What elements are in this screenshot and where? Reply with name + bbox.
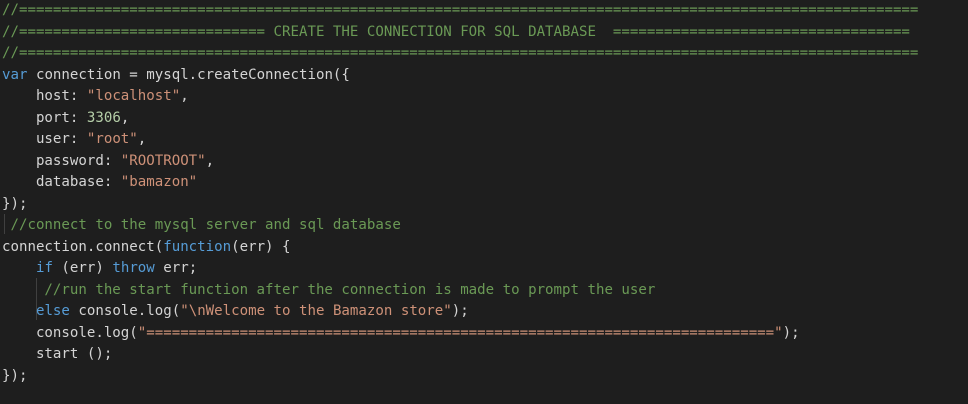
code-token-comment: //======================================… <box>2 2 919 18</box>
code-token-comment: //============================= CREATE T… <box>2 23 910 40</box>
code-token-plain: connection.connect( <box>2 238 164 255</box>
code-token-plain: }); <box>2 367 28 384</box>
code-token-plain: }); <box>2 195 28 212</box>
code-token-plain: ); <box>451 303 469 319</box>
code-token-comment: //======================================… <box>2 45 919 61</box>
code-token-plain: database: <box>2 174 121 190</box>
code-token-keyword: if <box>35 260 53 276</box>
code-line[interactable]: database: "bamazon" <box>2 172 197 193</box>
code-token-plain: , <box>120 109 130 126</box>
code-line[interactable]: start (); <box>2 344 112 365</box>
code-token-comment: //connect to the mysql server and sql da… <box>2 217 401 233</box>
code-token-keyword: var <box>2 66 28 83</box>
code-token-plain: connection = mysql.createConnection({ <box>27 66 350 83</box>
code-line[interactable]: //============================= CREATE T… <box>2 22 910 43</box>
code-token-string: "bamazon" <box>120 174 198 190</box>
code-token-number: 3306 <box>86 109 121 126</box>
code-token-plain: host: <box>2 88 87 104</box>
code-token-string: "ROOTROOT" <box>120 152 206 169</box>
code-token-plain: port: <box>2 109 87 126</box>
code-token-plain: , <box>180 88 189 104</box>
code-token-plain: ); <box>782 324 800 341</box>
code-token-keyword: else <box>35 303 70 319</box>
code-line[interactable]: var connection = mysql.createConnection(… <box>2 65 350 86</box>
code-token-string: "root" <box>86 131 138 147</box>
code-line[interactable]: connection.connect(function(err) { <box>2 237 291 258</box>
code-line[interactable]: //======================================… <box>2 43 918 64</box>
code-token-plain: , <box>137 131 147 147</box>
code-line[interactable]: }); <box>2 366 27 387</box>
code-line[interactable]: if (err) throw err; <box>2 258 197 279</box>
code-token-plain: console.log( <box>2 324 138 341</box>
code-token-plain: , <box>205 152 215 169</box>
code-token-string: "=======================================… <box>137 324 783 341</box>
code-token-plain: (err) { <box>231 238 291 255</box>
code-token-plain: user: <box>2 131 87 147</box>
code-token-plain: start (); <box>2 346 113 362</box>
code-line[interactable]: password: "ROOTROOT", <box>2 151 214 172</box>
code-line[interactable]: user: "root", <box>2 129 146 150</box>
code-token-keyword: function <box>163 238 232 255</box>
code-token-comment: //run the start function after the conne… <box>2 281 656 298</box>
code-token-string: "localhost" <box>86 88 181 104</box>
code-line[interactable]: host: "localhost", <box>2 86 189 107</box>
code-token-plain: err; <box>154 260 198 276</box>
code-line[interactable]: console.log("===========================… <box>2 323 800 344</box>
code-token-plain: (err) <box>52 260 113 276</box>
code-line[interactable]: //run the start function after the conne… <box>2 280 655 301</box>
code-line[interactable]: else console.log("\nWelcome to the Bamaz… <box>2 301 469 322</box>
code-line[interactable]: //======================================… <box>2 0 918 21</box>
code-line[interactable]: //connect to the mysql server and sql da… <box>2 215 401 236</box>
code-token-plain: console.log( <box>69 303 181 319</box>
code-line[interactable]: }); <box>2 194 27 215</box>
code-token-keyword: throw <box>112 260 155 276</box>
code-line[interactable]: port: 3306, <box>2 108 129 129</box>
code-token-plain: password: <box>2 152 121 169</box>
code-editor[interactable]: //======================================… <box>0 0 968 404</box>
code-token-string: "\nWelcome to the Bamazon store" <box>180 303 452 319</box>
